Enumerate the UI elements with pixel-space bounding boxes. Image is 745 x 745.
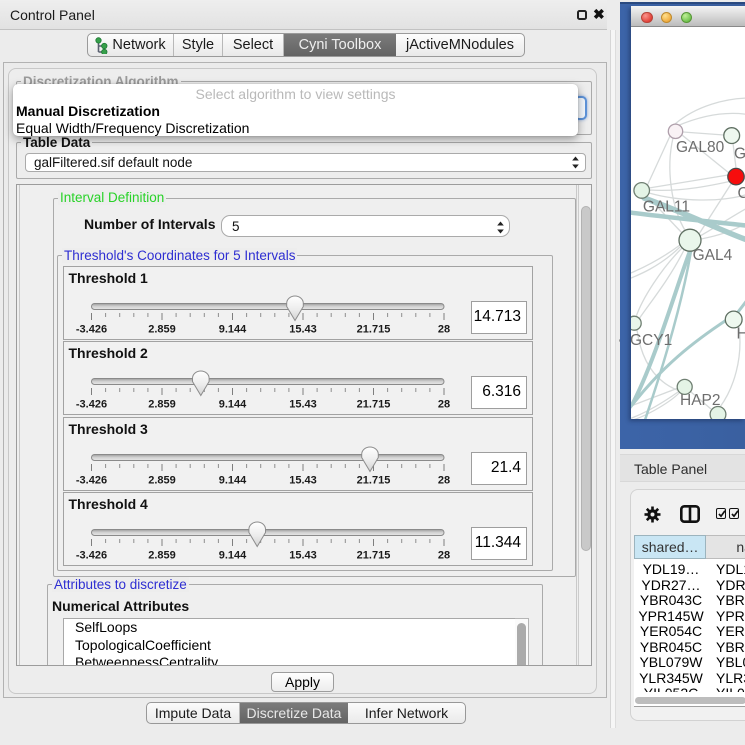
svg-text:-3.426: -3.426 <box>75 399 106 411</box>
svg-text:H: H <box>737 326 745 343</box>
svg-text:28: 28 <box>437 475 449 487</box>
svg-text:9.144: 9.144 <box>218 399 246 411</box>
svg-text:21.715: 21.715 <box>356 399 390 411</box>
svg-text:2.859: 2.859 <box>148 399 176 411</box>
svg-text:15.43: 15.43 <box>289 475 317 487</box>
svg-text:-3.426: -3.426 <box>75 550 106 562</box>
svg-text:28: 28 <box>437 550 449 562</box>
svg-text:21.715: 21.715 <box>356 324 390 336</box>
svg-text:2.859: 2.859 <box>148 550 176 562</box>
svg-text:2.859: 2.859 <box>148 324 176 336</box>
svg-text:GAL80: GAL80 <box>676 139 725 156</box>
svg-text:21.715: 21.715 <box>356 550 390 562</box>
svg-text:GCY1: GCY1 <box>631 332 672 349</box>
svg-text:GAL11: GAL11 <box>643 199 690 216</box>
svg-text:C: C <box>738 185 745 202</box>
svg-text:15.43: 15.43 <box>289 399 317 411</box>
svg-text:15.43: 15.43 <box>289 550 317 562</box>
svg-text:G: G <box>734 146 745 163</box>
svg-text:2.859: 2.859 <box>148 475 176 487</box>
svg-text:HAP2: HAP2 <box>680 392 721 409</box>
svg-text:-3.426: -3.426 <box>75 475 106 487</box>
svg-text:9.144: 9.144 <box>218 475 246 487</box>
svg-text:28: 28 <box>437 399 449 411</box>
svg-text:15.43: 15.43 <box>289 324 317 336</box>
svg-text:GAL4: GAL4 <box>693 247 733 264</box>
svg-text:9.144: 9.144 <box>218 324 246 336</box>
svg-text:21.715: 21.715 <box>356 475 390 487</box>
svg-text:9.144: 9.144 <box>218 550 246 562</box>
svg-text:28: 28 <box>437 324 449 336</box>
svg-text:-3.426: -3.426 <box>75 324 106 336</box>
